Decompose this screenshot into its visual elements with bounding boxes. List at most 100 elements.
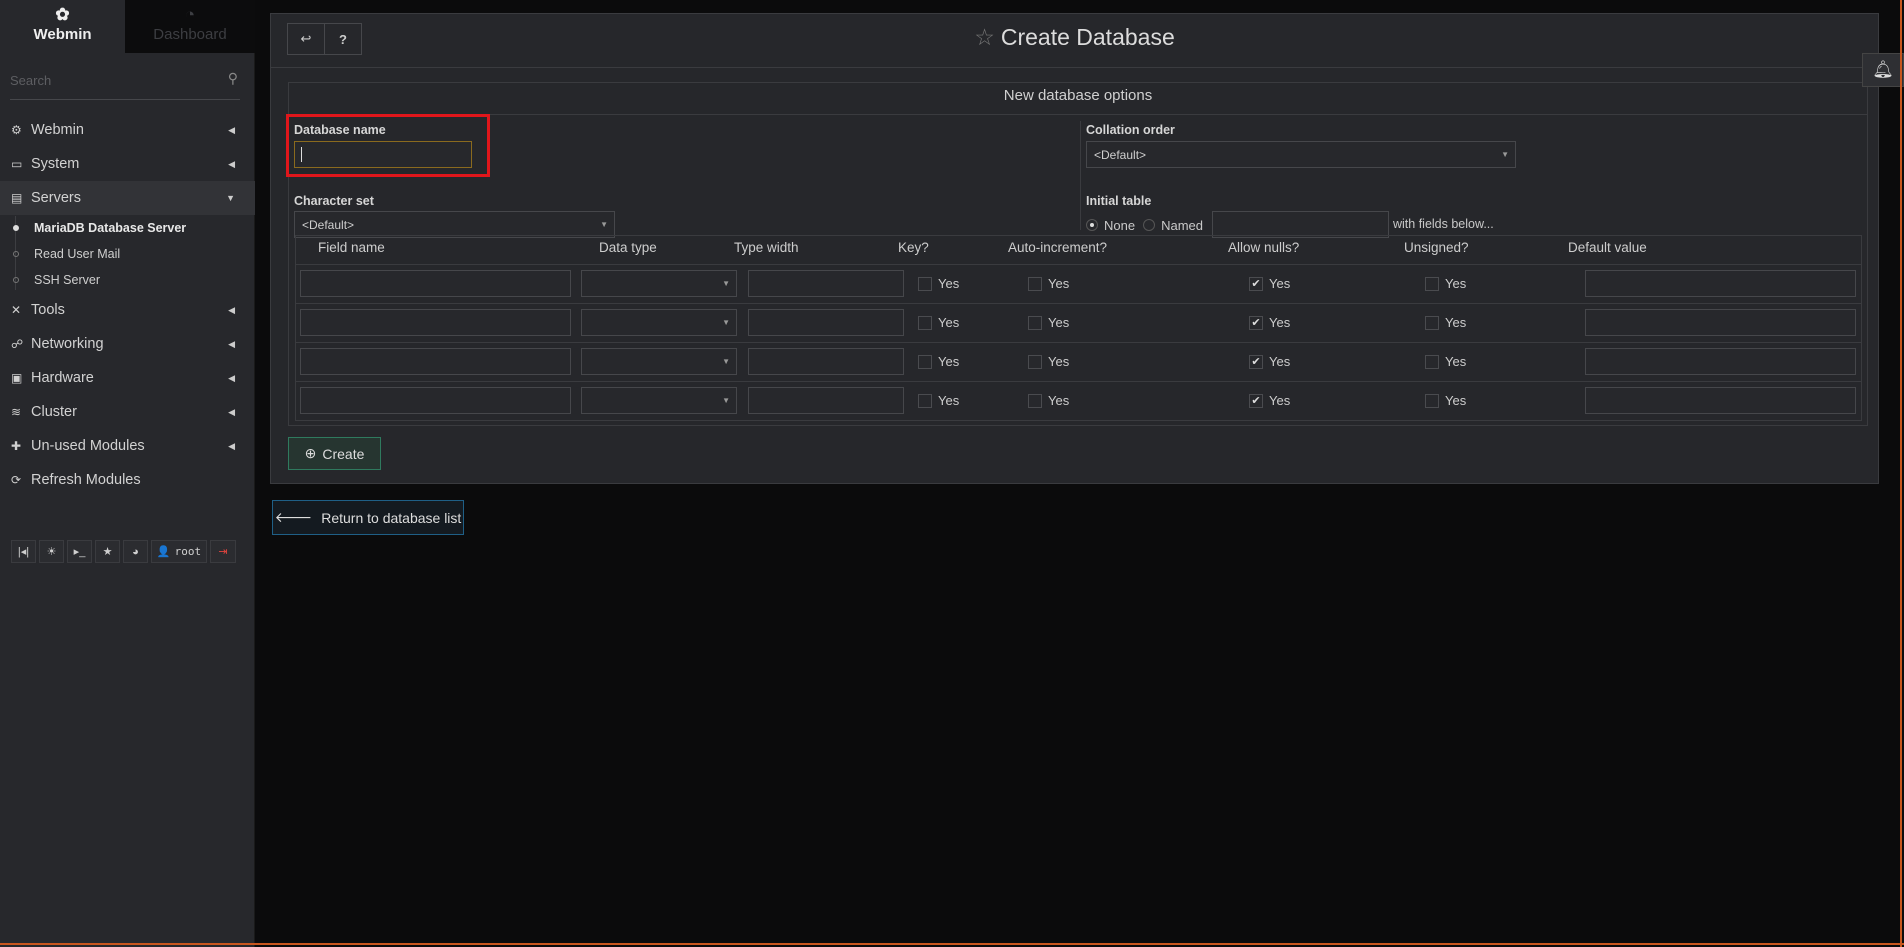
- nulls-yes-label: Yes: [1269, 315, 1291, 330]
- unsigned-checkbox[interactable]: [1425, 355, 1439, 369]
- auto-checkbox[interactable]: [1028, 355, 1042, 369]
- fields-table: Field name Data type Type width Key? Auto-in…: [295, 235, 1862, 421]
- field-name-input[interactable]: [300, 348, 571, 375]
- favorites-button[interactable]: ★: [95, 540, 120, 563]
- unsigned-yes-label: Yes: [1445, 276, 1467, 291]
- table-row: ▼ Yes Yes ✔ Yes Yes: [296, 381, 1861, 420]
- table-name-input[interactable]: [1212, 211, 1389, 238]
- default-value-input[interactable]: [1585, 387, 1856, 414]
- caret-left-icon: ◀: [228, 338, 235, 349]
- sidebar-item-refresh-modules[interactable]: ⟳ Refresh Modules: [0, 463, 255, 497]
- create-button[interactable]: ⊕ Create: [288, 437, 381, 470]
- sidebar-item-tools[interactable]: ✕ Tools ◀: [0, 293, 255, 327]
- dot-icon: [13, 277, 19, 283]
- nulls-yes-label: Yes: [1269, 354, 1291, 369]
- user-cog-icon: 👤: [156, 545, 171, 558]
- sidebar-item-hardware[interactable]: ▣ Hardware ◀: [0, 361, 255, 395]
- column-header: Data type: [599, 240, 657, 255]
- radio-none[interactable]: [1086, 219, 1098, 231]
- gear-icon: ⚙: [11, 123, 22, 137]
- column-header: Auto-increment?: [1008, 240, 1108, 255]
- type-width-input[interactable]: [748, 348, 904, 375]
- type-width-input[interactable]: [748, 270, 904, 297]
- theme-toggle-button[interactable]: ☀: [39, 540, 64, 563]
- key-yes-label: Yes: [938, 393, 960, 408]
- sidebar-subitem-ssh-server[interactable]: SSH Server: [0, 267, 255, 293]
- laptop-icon: ▭: [11, 157, 23, 171]
- data-type-select[interactable]: ▼: [581, 270, 737, 297]
- table-row: ▼ Yes Yes ✔ Yes Yes: [296, 303, 1861, 342]
- sidebar-item-cluster[interactable]: ≋ Cluster ◀: [0, 395, 255, 429]
- nulls-yes-label: Yes: [1269, 393, 1291, 408]
- table-row: ▼ Yes Yes ✔ Yes Yes: [296, 264, 1861, 303]
- sidebar-item-webmin[interactable]: ⚙ Webmin ◀: [0, 113, 255, 147]
- nulls-checkbox[interactable]: ✔: [1249, 355, 1263, 369]
- notifications-button[interactable]: 🔔︎: [1862, 53, 1904, 87]
- auto-checkbox[interactable]: [1028, 316, 1042, 330]
- column-header: Allow nulls?: [1228, 240, 1300, 255]
- type-width-input[interactable]: [748, 309, 904, 336]
- logout-icon: ⇥: [218, 546, 228, 558]
- legend-divider: [289, 114, 1867, 115]
- sidebar: ✿ Webmin ◔ Dashboard Search ⚲ ⚙ Webmin ◀ ▭…: [0, 0, 255, 947]
- terminal-button[interactable]: ▸_: [67, 540, 92, 563]
- terminal-icon: ▸_: [73, 546, 86, 558]
- sidebar-item-networking[interactable]: ☍ Networking ◀: [0, 327, 255, 361]
- default-value-input[interactable]: [1585, 309, 1856, 336]
- user-button[interactable]: 👤 root: [151, 540, 207, 563]
- auto-checkbox[interactable]: [1028, 277, 1042, 291]
- unsigned-checkbox[interactable]: [1425, 277, 1439, 291]
- unsigned-checkbox[interactable]: [1425, 394, 1439, 408]
- palette-button[interactable]: ◕: [123, 540, 148, 563]
- window-edge: [1900, 0, 1902, 947]
- logout-button[interactable]: ⇥: [210, 540, 236, 563]
- arrow-left-icon: 🡐: [274, 509, 313, 525]
- caret-left-icon: ◀: [228, 304, 235, 315]
- caret-left-icon: ◀: [228, 158, 235, 169]
- nulls-checkbox[interactable]: ✔: [1249, 316, 1263, 330]
- sidebar-subitem-read-user-mail[interactable]: Read User Mail: [0, 241, 255, 267]
- nulls-checkbox[interactable]: ✔: [1249, 277, 1263, 291]
- caret-left-icon: ◀: [228, 406, 235, 417]
- puzzle-icon: ✚: [11, 439, 22, 453]
- sidebar-subitem-mariadb[interactable]: MariaDB Database Server: [0, 215, 255, 241]
- default-value-input[interactable]: [1585, 348, 1856, 375]
- field-name-input[interactable]: [300, 387, 571, 414]
- tab-dashboard[interactable]: ◔ Dashboard: [125, 0, 255, 53]
- nulls-checkbox[interactable]: ✔: [1249, 394, 1263, 408]
- palette-icon: ◕: [132, 545, 139, 558]
- data-type-select[interactable]: ▼: [581, 348, 737, 375]
- collapse-sidebar-button[interactable]: |◂|: [11, 540, 36, 563]
- search-input[interactable]: Search ⚲: [10, 70, 240, 100]
- main-panel: ↩ ? ☆ Create Database New database option…: [270, 13, 1879, 484]
- radio-named[interactable]: [1143, 219, 1156, 231]
- data-type-select[interactable]: ▼: [581, 309, 737, 336]
- fieldset-legend: New database options: [1003, 87, 1153, 104]
- sidebar-item-system[interactable]: ▭ System ◀: [0, 147, 255, 181]
- key-checkbox[interactable]: [918, 316, 932, 330]
- sidebar-item-unused-modules[interactable]: ✚ Un-used Modules ◀: [0, 429, 255, 463]
- key-checkbox[interactable]: [918, 355, 932, 369]
- data-type-select[interactable]: ▼: [581, 387, 737, 414]
- character-set-select[interactable]: <Default> ▼: [294, 211, 615, 238]
- tab-webmin[interactable]: ✿ Webmin: [0, 0, 125, 53]
- dropdown-arrow-icon: ▼: [722, 357, 730, 366]
- options-fieldset: New database options Database name Chara…: [286, 82, 1868, 426]
- layers-icon: ≋: [11, 405, 22, 419]
- sidebar-item-servers[interactable]: ▤ Servers ▼: [0, 181, 255, 215]
- star-icon: ★: [102, 546, 113, 558]
- return-to-database-list-button[interactable]: 🡐 Return to database list: [272, 500, 464, 535]
- initial-table-options: None Named: [1086, 216, 1203, 234]
- default-value-input[interactable]: [1585, 270, 1856, 297]
- fields-suffix-text: with fields below...: [1393, 217, 1494, 231]
- auto-checkbox[interactable]: [1028, 394, 1042, 408]
- field-name-input[interactable]: [300, 270, 571, 297]
- key-checkbox[interactable]: [918, 394, 932, 408]
- unsigned-checkbox[interactable]: [1425, 316, 1439, 330]
- webmin-logo-icon: ✿: [55, 5, 70, 24]
- collation-order-select[interactable]: <Default> ▼: [1086, 141, 1516, 168]
- key-checkbox[interactable]: [918, 277, 932, 291]
- type-width-input[interactable]: [748, 387, 904, 414]
- field-name-input[interactable]: [300, 309, 571, 336]
- window-edge-bottom: [0, 943, 1904, 945]
